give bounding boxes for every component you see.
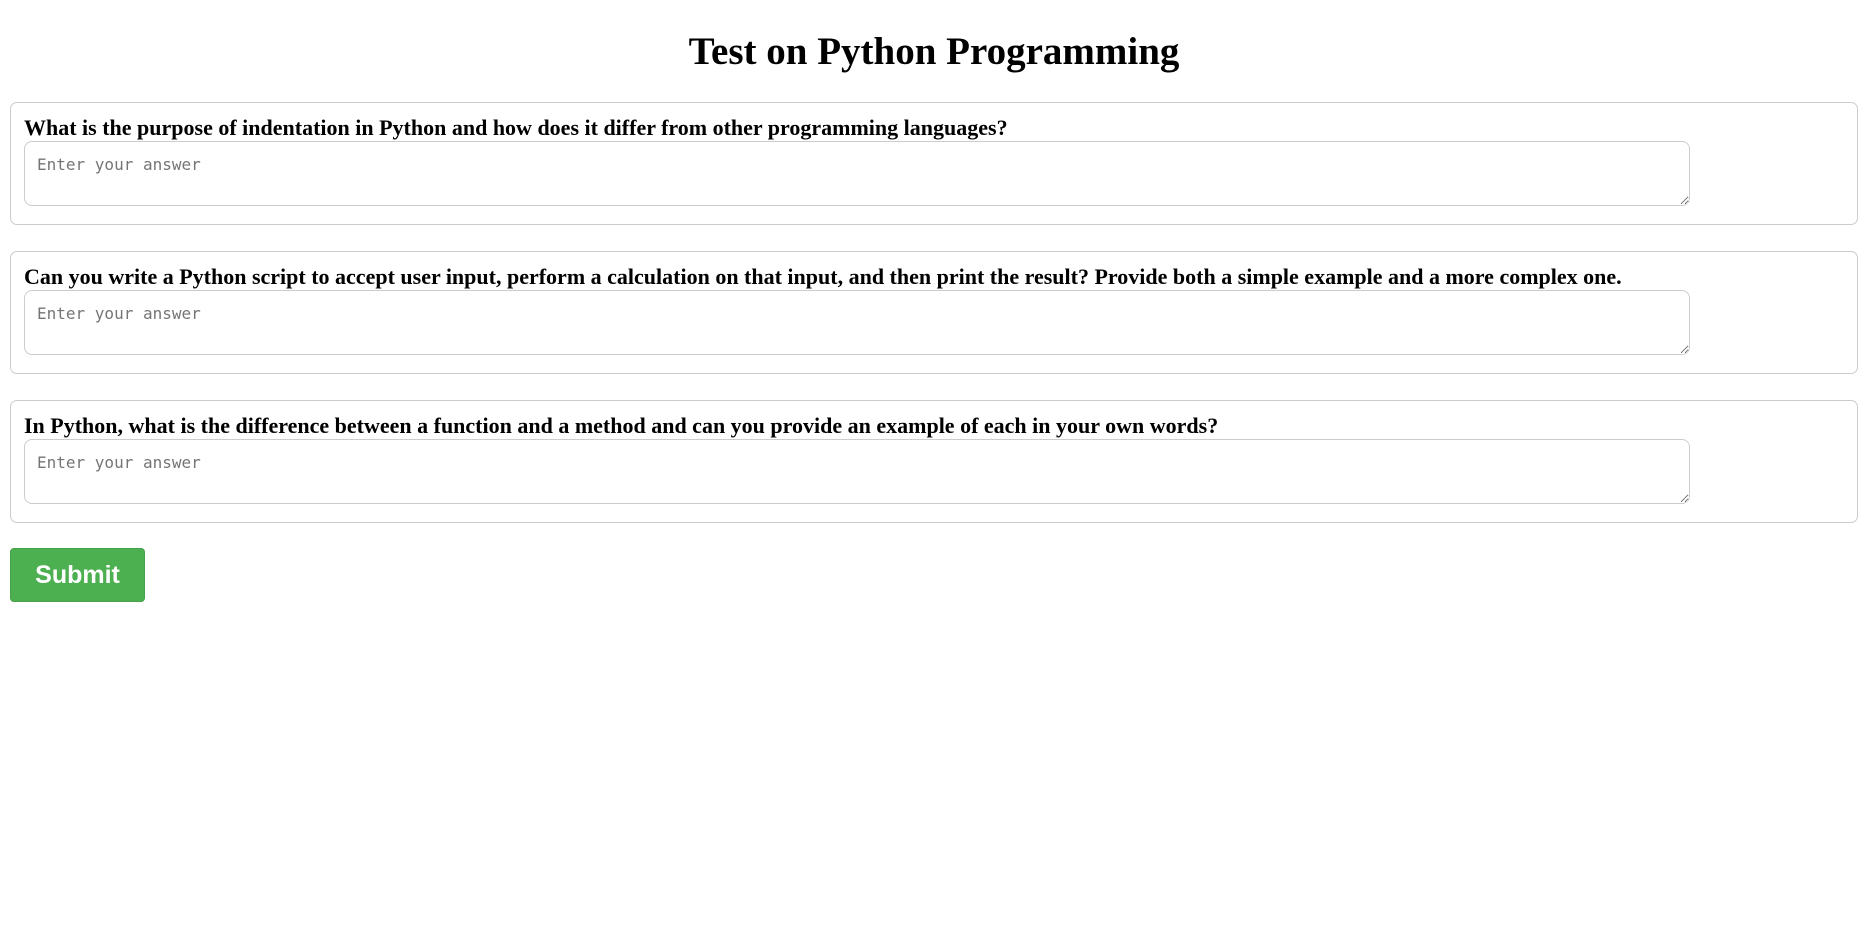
submit-button[interactable]: Submit <box>10 548 145 602</box>
question-card-3: In Python, what is the difference betwee… <box>10 400 1858 523</box>
question-label-1: What is the purpose of indentation in Py… <box>24 115 1008 140</box>
question-label-3: In Python, what is the difference betwee… <box>24 413 1219 438</box>
question-list: What is the purpose of indentation in Py… <box>10 102 1858 549</box>
question-card-1: What is the purpose of indentation in Py… <box>10 102 1858 225</box>
answer-input-2[interactable] <box>24 290 1690 355</box>
answer-input-1[interactable] <box>24 141 1690 206</box>
page-title: Test on Python Programming <box>688 30 1180 73</box>
answer-input-3[interactable] <box>24 439 1690 504</box>
question-label-2: Can you write a Python script to accept … <box>24 264 1622 289</box>
question-card-2: Can you write a Python script to accept … <box>10 251 1858 374</box>
